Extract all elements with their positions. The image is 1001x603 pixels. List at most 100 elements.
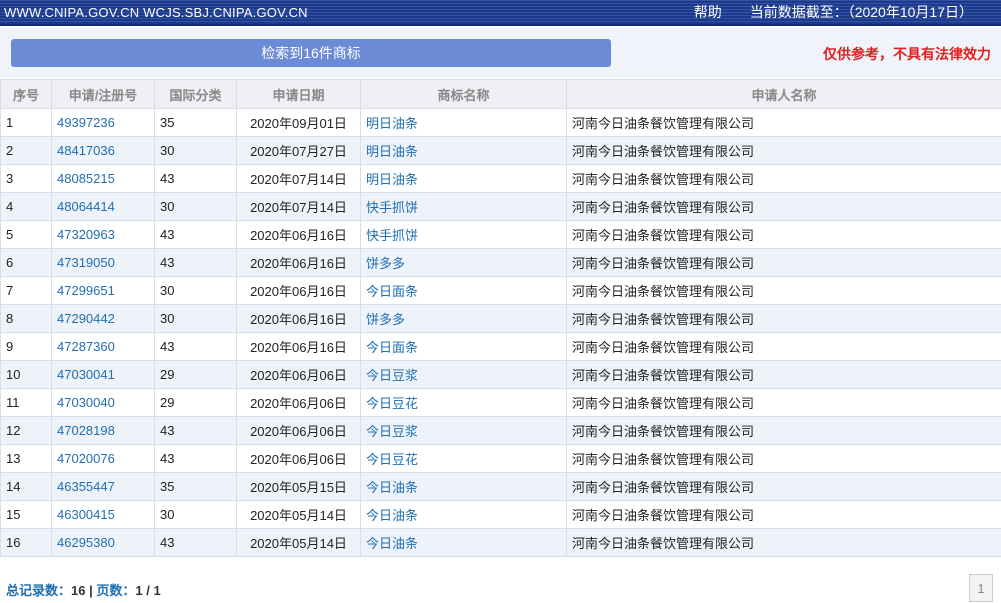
row-index: 9 — [0, 332, 52, 361]
mark-name-link[interactable]: 今日豆花 — [360, 388, 567, 417]
reg-number-link[interactable]: 47299651 — [51, 276, 155, 305]
apply-date: 2020年07月27日 — [236, 136, 361, 165]
mark-name-link[interactable]: 明日油条 — [360, 164, 567, 193]
data-date-text: 当前数据截至：（2020年10月17日） — [749, 4, 973, 20]
reg-number-link[interactable]: 47030041 — [51, 360, 155, 389]
mark-name-link[interactable]: 快手抓饼 — [360, 192, 567, 221]
reg-number-link[interactable]: 47319050 — [51, 248, 155, 277]
applicant-name: 河南今日油条餐饮管理有限公司 — [566, 108, 1001, 137]
applicant-name: 河南今日油条餐饮管理有限公司 — [566, 248, 1001, 277]
apply-date: 2020年09月01日 — [236, 108, 361, 137]
apply-date: 2020年07月14日 — [236, 164, 361, 193]
reg-number-link[interactable]: 47320963 — [51, 220, 155, 249]
reg-number-link[interactable]: 47028198 — [51, 416, 155, 445]
mark-name-link[interactable]: 今日豆花 — [360, 444, 567, 473]
reg-number-link[interactable]: 49397236 — [51, 108, 155, 137]
header-applicant: 申请人名称 — [566, 79, 1001, 109]
mark-name-link[interactable]: 明日油条 — [360, 108, 567, 137]
apply-date: 2020年06月16日 — [236, 276, 361, 305]
table-row: 11 47030040 29 2020年06月06日 今日豆花 河南今日油条餐饮管理有限公… — [0, 388, 1001, 417]
row-index: 16 — [0, 528, 52, 557]
applicant-name: 河南今日油条餐饮管理有限公司 — [566, 332, 1001, 361]
applicant-name: 河南今日油条餐饮管理有限公司 — [566, 276, 1001, 305]
apply-date: 2020年05月14日 — [236, 528, 361, 557]
applicant-name: 河南今日油条餐饮管理有限公司 — [566, 416, 1001, 445]
intl-class: 43 — [154, 444, 237, 473]
mark-name-link[interactable]: 今日豆浆 — [360, 416, 567, 445]
row-index: 15 — [0, 500, 52, 529]
mark-name-link[interactable]: 今日油条 — [360, 528, 567, 557]
reg-number-link[interactable]: 47020076 — [51, 444, 155, 473]
table-row: 1 49397236 35 2020年09月01日 明日油条 河南今日油条餐饮管理有限公司 — [0, 108, 1001, 137]
table-row: 7 47299651 30 2020年06月16日 今日面条 河南今日油条餐饮管理有限公司 — [0, 276, 1001, 305]
apply-date: 2020年06月16日 — [236, 220, 361, 249]
intl-class: 43 — [154, 528, 237, 557]
row-index: 3 — [0, 164, 52, 193]
footer-separator: | — [85, 583, 97, 598]
intl-class: 43 — [154, 332, 237, 361]
site-url-text: WWW.CNIPA.GOV.CN WCJS.SBJ.CNIPA.GOV.CN — [4, 4, 308, 20]
reg-number-link[interactable]: 48417036 — [51, 136, 155, 165]
mark-name-link[interactable]: 饼多多 — [360, 248, 567, 277]
reg-number-link[interactable]: 48064414 — [51, 192, 155, 221]
mark-name-link[interactable]: 今日豆浆 — [360, 360, 567, 389]
mark-name-link[interactable]: 今日油条 — [360, 472, 567, 501]
applicant-name: 河南今日油条餐饮管理有限公司 — [566, 220, 1001, 249]
apply-date: 2020年07月14日 — [236, 192, 361, 221]
intl-class: 30 — [154, 192, 237, 221]
page-number-button[interactable]: 1 — [969, 574, 993, 602]
mark-name-link[interactable]: 饼多多 — [360, 304, 567, 333]
intl-class: 35 — [154, 472, 237, 501]
table-header-row: 序号 申请/注册号 国际分类 申请日期 商标名称 申请人名称 — [0, 79, 1001, 109]
reg-number-link[interactable]: 46295380 — [51, 528, 155, 557]
mark-name-link[interactable]: 今日油条 — [360, 500, 567, 529]
table-row: 5 47320963 43 2020年06月16日 快手抓饼 河南今日油条餐饮管理有限公司 — [0, 220, 1001, 249]
page-count-value: 1 / 1 — [135, 583, 161, 598]
total-records-label: 总记录数： — [6, 583, 72, 598]
table-row: 12 47028198 43 2020年06月06日 今日豆浆 河南今日油条餐饮管理有限公… — [0, 416, 1001, 445]
mark-name-link[interactable]: 今日面条 — [360, 332, 567, 361]
disclaimer-text: 仅供参考，不具有法律效力 — [823, 46, 991, 62]
row-index: 5 — [0, 220, 52, 249]
intl-class: 43 — [154, 220, 237, 249]
top-banner: WWW.CNIPA.GOV.CN WCJS.SBJ.CNIPA.GOV.CN 帮… — [0, 0, 1001, 26]
row-index: 14 — [0, 472, 52, 501]
reg-number-link[interactable]: 47287360 — [51, 332, 155, 361]
mark-name-link[interactable]: 明日油条 — [360, 136, 567, 165]
apply-date: 2020年05月14日 — [236, 500, 361, 529]
reg-number-link[interactable]: 46300415 — [51, 500, 155, 529]
reg-number-link[interactable]: 47290442 — [51, 304, 155, 333]
result-count-button[interactable]: 检索到16件商标 — [11, 39, 611, 67]
table-row: 4 48064414 30 2020年07月14日 快手抓饼 河南今日油条餐饮管理有限公司 — [0, 192, 1001, 221]
table-row: 9 47287360 43 2020年06月16日 今日面条 河南今日油条餐饮管理有限公司 — [0, 332, 1001, 361]
total-records-value: 16 — [71, 583, 86, 598]
intl-class: 30 — [154, 500, 237, 529]
reg-number-link[interactable]: 46355447 — [51, 472, 155, 501]
applicant-name: 河南今日油条餐饮管理有限公司 — [566, 472, 1001, 501]
reg-number-link[interactable]: 48085215 — [51, 164, 155, 193]
mark-name-link[interactable]: 今日面条 — [360, 276, 567, 305]
table-row: 3 48085215 43 2020年07月14日 明日油条 河南今日油条餐饮管理有限公司 — [0, 164, 1001, 193]
mark-name-link[interactable]: 快手抓饼 — [360, 220, 567, 249]
table-row: 6 47319050 43 2020年06月16日 饼多多 河南今日油条餐饮管理有限公司 — [0, 248, 1001, 277]
applicant-name: 河南今日油条餐饮管理有限公司 — [566, 304, 1001, 333]
intl-class: 30 — [154, 304, 237, 333]
row-index: 2 — [0, 136, 52, 165]
row-index: 6 — [0, 248, 52, 277]
apply-date: 2020年06月06日 — [236, 388, 361, 417]
applicant-name: 河南今日油条餐饮管理有限公司 — [566, 444, 1001, 473]
pagination-summary: 总记录数：16 | 页数：1 / 1 — [6, 580, 161, 599]
intl-class: 43 — [154, 164, 237, 193]
intl-class: 30 — [154, 276, 237, 305]
table-row: 15 46300415 30 2020年05月14日 今日油条 河南今日油条餐饮管理有限公… — [0, 500, 1001, 529]
intl-class: 35 — [154, 108, 237, 137]
header-mark-name: 商标名称 — [360, 79, 567, 109]
applicant-name: 河南今日油条餐饮管理有限公司 — [566, 192, 1001, 221]
reg-number-link[interactable]: 47030040 — [51, 388, 155, 417]
table-row: 8 47290442 30 2020年06月16日 饼多多 河南今日油条餐饮管理有限公司 — [0, 304, 1001, 333]
help-link[interactable]: 帮助 — [694, 2, 722, 22]
row-index: 11 — [0, 388, 52, 417]
row-index: 10 — [0, 360, 52, 389]
row-index: 1 — [0, 108, 52, 137]
header-intl-class: 国际分类 — [154, 79, 237, 109]
